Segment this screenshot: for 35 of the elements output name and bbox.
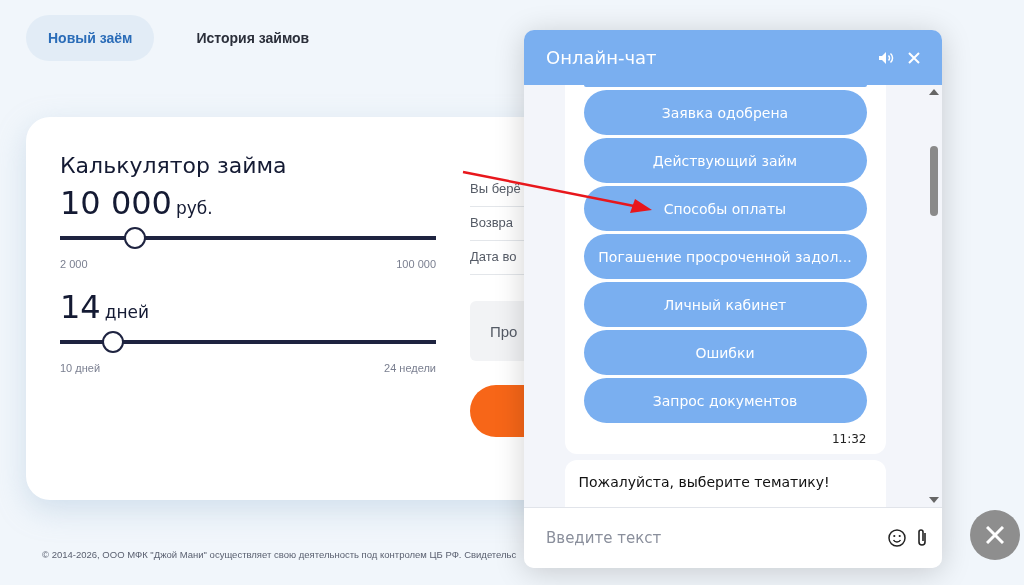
- slider-thumb[interactable]: [124, 227, 147, 249]
- input-bar[interactable]: Введите текст: [524, 507, 942, 568]
- message-text: Пожалуйста, выберите тематику!: [564, 460, 886, 507]
- slider-value: 10 000: [60, 184, 172, 222]
- paperclip-icon[interactable]: [916, 528, 928, 548]
- chat-title: Онлайн-чат: [546, 47, 658, 68]
- submit-button[interactable]: [470, 385, 526, 437]
- tab[interactable]: История займов: [174, 15, 332, 61]
- message-time: 11:32: [831, 432, 867, 446]
- scrollbar-thumb[interactable]: [930, 146, 938, 216]
- option-button[interactable]: Действующий займ: [583, 138, 867, 183]
- slider-unit: дней: [104, 302, 150, 322]
- range-max: 100 000: [396, 258, 436, 270]
- range-max: 24 недели: [384, 362, 436, 374]
- slider-thumb[interactable]: [101, 331, 124, 353]
- option-button[interactable]: Погашение просроченной задол...: [583, 234, 867, 279]
- slider-unit: руб.: [175, 198, 213, 218]
- calculator-title: Калькулятор займа: [60, 153, 288, 178]
- option-button[interactable]: Запрос документов: [583, 378, 867, 423]
- tab[interactable]: Новый заём: [26, 15, 155, 61]
- slider-value: 14: [60, 288, 101, 326]
- option-button[interactable]: Ошибки: [583, 330, 867, 375]
- close-button[interactable]: [970, 510, 1020, 560]
- smiley-icon[interactable]: [888, 529, 906, 547]
- footer-text: © 2014-2026, ООО МФК "Джой Мани" осуществляет свою деятельность под контролем ЦБ РФ. Свидетельс: [42, 549, 517, 560]
- option-button[interactable]: Личный кабинет: [583, 282, 867, 327]
- scroll-up-icon[interactable]: [929, 89, 939, 95]
- close-icon: [986, 526, 1004, 544]
- option-button[interactable]: Способы оплаты: [583, 186, 867, 231]
- promo-field[interactable]: Про: [470, 301, 526, 361]
- range-min: 2 000: [60, 258, 88, 270]
- scroll-down-icon[interactable]: [929, 497, 939, 503]
- message-input[interactable]: Введите текст: [544, 528, 878, 548]
- option-button[interactable]: Заявка одобрена: [583, 90, 867, 135]
- range-min: 10 дней: [60, 362, 101, 374]
